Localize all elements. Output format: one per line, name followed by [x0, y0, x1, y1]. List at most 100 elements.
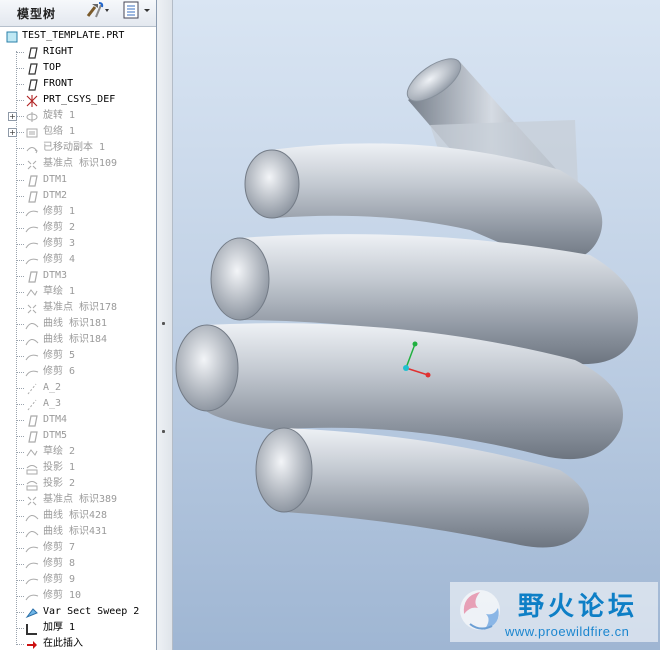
tree-node-label: 基准点 标识178 [43, 302, 118, 313]
tree-branch-line [16, 308, 24, 309]
tree-branch-line [16, 116, 24, 117]
tree-node[interactable]: 修剪 9 [0, 572, 156, 588]
graphics-viewport[interactable] [173, 0, 660, 650]
tree-node[interactable]: Var Sect Sweep 2 [0, 604, 156, 620]
model-tree-header: 模型树 [0, 0, 156, 27]
tree-node-label: 基准点 标识109 [43, 158, 118, 169]
app-window: 模型树 TEST_TEMPLATE.PRT RIGHT TOP FRONT PR… [0, 0, 660, 650]
tree-branch-line [16, 276, 24, 277]
datum-point-icon [25, 493, 39, 507]
trim-icon [25, 365, 39, 379]
tree-node[interactable]: DTM5 [0, 428, 156, 444]
tree-node[interactable]: A_2 [0, 380, 156, 396]
tree-node-label: 加厚 1 [43, 622, 76, 633]
trim-icon [25, 589, 39, 603]
tree-branch-line [16, 212, 24, 213]
tree-node[interactable]: RIGHT [0, 44, 156, 60]
tree-branch-line [16, 532, 24, 533]
trim-icon [25, 253, 39, 267]
tree-node[interactable]: + 包络 1 [0, 124, 156, 140]
sketch-icon [25, 445, 39, 459]
tree-node[interactable]: 修剪 2 [0, 220, 156, 236]
tree-node-label: 旋转 1 [43, 110, 76, 121]
tree-node-label: 修剪 8 [43, 558, 76, 569]
tree-node[interactable]: 基准点 标识109 [0, 156, 156, 172]
trim-icon [25, 237, 39, 251]
revolve-icon [25, 109, 39, 123]
tree-node[interactable]: 草绘 1 [0, 284, 156, 300]
tree-node[interactable]: 修剪 1 [0, 204, 156, 220]
tree-node[interactable]: 修剪 7 [0, 540, 156, 556]
expand-toggle-icon[interactable]: + [8, 112, 17, 121]
panel-splitter[interactable] [157, 0, 173, 650]
tree-node[interactable]: 基准点 标识389 [0, 492, 156, 508]
tree-node[interactable]: 修剪 10 [0, 588, 156, 604]
tree-node-label: 修剪 6 [43, 366, 76, 377]
tree-node[interactable]: 曲线 标识181 [0, 316, 156, 332]
tree-node[interactable]: 草绘 2 [0, 444, 156, 460]
tree-node[interactable]: DTM2 [0, 188, 156, 204]
tree-branch-line [16, 52, 24, 53]
tree-node-label: 已移动副本 1 [43, 142, 106, 153]
tree-node[interactable]: 修剪 8 [0, 556, 156, 572]
tree-node[interactable]: A_3 [0, 396, 156, 412]
tree-node[interactable]: 曲线 标识428 [0, 508, 156, 524]
datum-axis-icon [25, 381, 39, 395]
tree-node-label: DTM4 [43, 414, 68, 425]
tree-node[interactable]: 修剪 4 [0, 252, 156, 268]
tree-node[interactable]: TOP [0, 60, 156, 76]
tree-branch-line [16, 436, 24, 437]
tree-branch-line [16, 132, 24, 133]
tree-node[interactable]: 投影 1 [0, 460, 156, 476]
tree-node-label: 修剪 5 [43, 350, 76, 361]
tree-node[interactable]: 修剪 6 [0, 364, 156, 380]
tree-node-label: 在此插入 [43, 638, 83, 649]
projection-icon [25, 477, 39, 491]
datum-plane-icon [25, 269, 39, 283]
tree-node[interactable]: 在此插入 [0, 636, 156, 650]
tree-branch-line [16, 548, 24, 549]
tree-settings-button[interactable] [121, 0, 155, 24]
tree-settings-icon [121, 0, 155, 24]
tree-node-label: TOP [43, 62, 62, 73]
tree-node[interactable]: DTM1 [0, 172, 156, 188]
tree-node[interactable]: DTM3 [0, 268, 156, 284]
tree-node-label: FRONT [43, 78, 74, 89]
tree-branch-line [16, 388, 24, 389]
tree-branch-line [16, 292, 24, 293]
collapse-grip-icon[interactable] [162, 430, 165, 433]
datum-plane-icon [25, 77, 39, 91]
tree-branch-line [16, 340, 24, 341]
tree-node-label: PRT_CSYS_DEF [43, 94, 116, 105]
tree-node[interactable]: PRT_CSYS_DEF [0, 92, 156, 108]
projection-icon [25, 461, 39, 475]
tree-node[interactable]: 基准点 标识178 [0, 300, 156, 316]
tree-node[interactable]: 投影 2 [0, 476, 156, 492]
tree-node-label: 曲线 标识431 [43, 526, 108, 537]
curve-icon [25, 509, 39, 523]
tree-node[interactable]: DTM4 [0, 412, 156, 428]
tree-node[interactable]: 修剪 5 [0, 348, 156, 364]
trim-icon [25, 557, 39, 571]
tree-node[interactable]: 曲线 标识431 [0, 524, 156, 540]
tree-node-label: TEST_TEMPLATE.PRT [22, 30, 125, 41]
curve-icon [25, 317, 39, 331]
trim-icon [25, 541, 39, 555]
sweep-icon [25, 605, 39, 619]
tree-branch-line [16, 180, 24, 181]
tree-node[interactable]: + 旋转 1 [0, 108, 156, 124]
tools-button[interactable] [84, 2, 110, 22]
tree-node[interactable]: 修剪 3 [0, 236, 156, 252]
tree-node[interactable]: FRONT [0, 76, 156, 92]
tree-root-part[interactable]: TEST_TEMPLATE.PRT [0, 28, 156, 44]
tree-node[interactable]: 加厚 1 [0, 620, 156, 636]
model-tree: TEST_TEMPLATE.PRT RIGHT TOP FRONT PRT_CSYS_D… [0, 27, 156, 650]
datum-plane-icon [25, 45, 39, 59]
tree-node-label: 修剪 10 [43, 590, 82, 601]
expand-toggle-icon[interactable]: + [8, 128, 17, 137]
tree-branch-line [16, 324, 24, 325]
collapse-grip-icon[interactable] [162, 322, 165, 325]
tree-node[interactable]: 已移动副本 1 [0, 140, 156, 156]
tree-node[interactable]: 曲线 标识184 [0, 332, 156, 348]
tree-node-label: 修剪 9 [43, 574, 76, 585]
